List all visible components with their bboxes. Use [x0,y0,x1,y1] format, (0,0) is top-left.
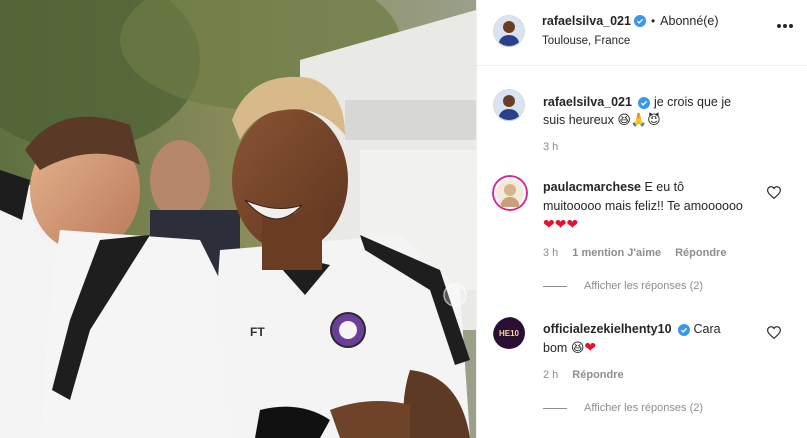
show-replies-button[interactable]: Afficher les réponses (2) [543,402,703,414]
reply-button[interactable]: Répondre [675,247,726,259]
author-username[interactable]: rafaelsilva_021 [542,14,631,28]
comment-avatar-image: HE10 [493,317,525,349]
replies-divider [543,285,567,287]
verified-badge-icon [678,323,691,336]
post-header: rafaelsilva_021 • Abonné(e) Toulouse, Fr… [477,0,807,66]
comment-meta: 2 h Répondre [543,369,624,381]
reply-button[interactable]: Répondre [572,369,623,381]
avatar-monogram: HE10 [499,329,520,338]
replies-divider [543,407,567,409]
show-replies-label: Afficher les réponses (2) [584,402,704,414]
comment-timestamp: 2 h [543,369,559,381]
post-details-panel: rafaelsilva_021 • Abonné(e) Toulouse, Fr… [476,0,807,438]
verified-badge-icon [633,15,646,27]
caption-emojis: 😆🙏😈 [617,113,661,128]
caption-author-avatar[interactable] [493,89,525,121]
author-avatar-image [493,15,525,47]
more-options-icon[interactable] [777,24,793,30]
show-replies-button[interactable]: Afficher les réponses (2) [543,280,703,292]
verified-badge-icon [638,96,651,109]
author-avatar[interactable] [493,15,525,47]
caption-username[interactable]: rafaelsilva_021 [543,95,632,109]
caption-timestamp: 3 h [543,141,559,153]
post-photo[interactable]: FT [0,0,476,438]
comment-username[interactable]: officialezekielhenty10 [543,322,672,336]
comment-emojis: 😆 [570,341,585,356]
heart-outline-icon[interactable] [767,186,781,199]
shirt-sponsor-text: FT [250,325,265,339]
comment-hearts: ❤ [584,340,597,356]
caption-avatar-image [493,89,525,121]
comment-avatar[interactable]: HE10 [493,317,529,353]
heart-outline-icon[interactable] [767,326,781,339]
show-replies-label: Afficher les réponses (2) [584,280,704,292]
separator-dot: • [650,14,656,28]
post-photo-image: FT [0,0,476,438]
author-line: rafaelsilva_021 • Abonné(e) [542,14,719,28]
follow-status-button[interactable]: Abonné(e) [660,14,718,28]
comment-likes-count[interactable]: 1 mention J'aime [572,247,661,259]
post-caption: rafaelsilva_021 je crois que je suis heu… [543,93,733,130]
comment-hearts: ❤❤❤ [543,217,579,233]
comment-avatar[interactable] [492,175,528,211]
comment-timestamp: 3 h [543,247,559,259]
comment-meta: 3 h 1 mention J'aime Répondre [543,247,726,259]
comment-body: paulacmarchese E eu tô muitooooo mais fe… [543,178,743,235]
comment-avatar-image [492,175,528,211]
post-location[interactable]: Toulouse, France [542,35,630,47]
comment-body: officialezekielhenty10 Cara bom 😆❤ [543,320,743,358]
comment-username[interactable]: paulacmarchese [543,180,641,194]
